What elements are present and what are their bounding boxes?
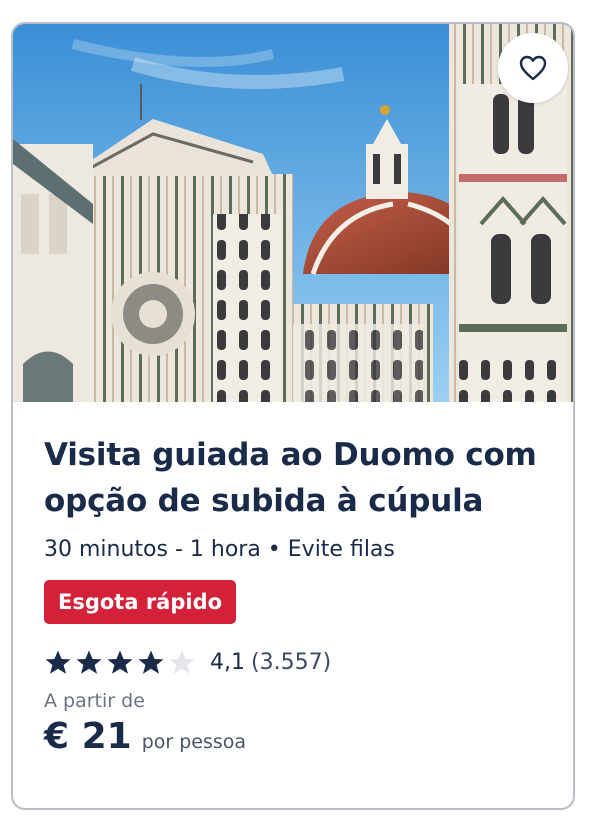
price-from-label: A partir de	[44, 690, 145, 712]
star-filled-icon	[106, 649, 134, 676]
favorite-button[interactable]	[498, 33, 568, 103]
heart-outline-icon	[519, 55, 547, 81]
star-filled-icon	[137, 649, 165, 676]
duomo-photo[interactable]	[13, 24, 573, 402]
rating: 4,1 (3.557)	[44, 646, 549, 678]
activity-card[interactable]: Visita guiada ao Duomo com opção de subi…	[11, 22, 575, 810]
card-content: Visita guiada ao Duomo com opção de subi…	[44, 432, 549, 757]
price-value: € 21	[44, 716, 132, 757]
star-rating	[44, 649, 196, 676]
price-unit: por pessoa	[141, 731, 247, 753]
price-row: € 21 por pessoa	[44, 716, 549, 757]
rating-count: (3.557)	[251, 649, 332, 675]
star-empty-icon	[168, 649, 196, 676]
star-filled-icon	[44, 649, 72, 676]
status-badge: Esgota rápido	[44, 580, 237, 624]
rating-score: 4,1	[210, 649, 245, 675]
activity-title[interactable]: Visita guiada ao Duomo com opção de subi…	[44, 432, 549, 524]
activity-meta: 30 minutos - 1 hora • Evite filas	[44, 537, 395, 562]
star-filled-icon	[75, 649, 103, 676]
